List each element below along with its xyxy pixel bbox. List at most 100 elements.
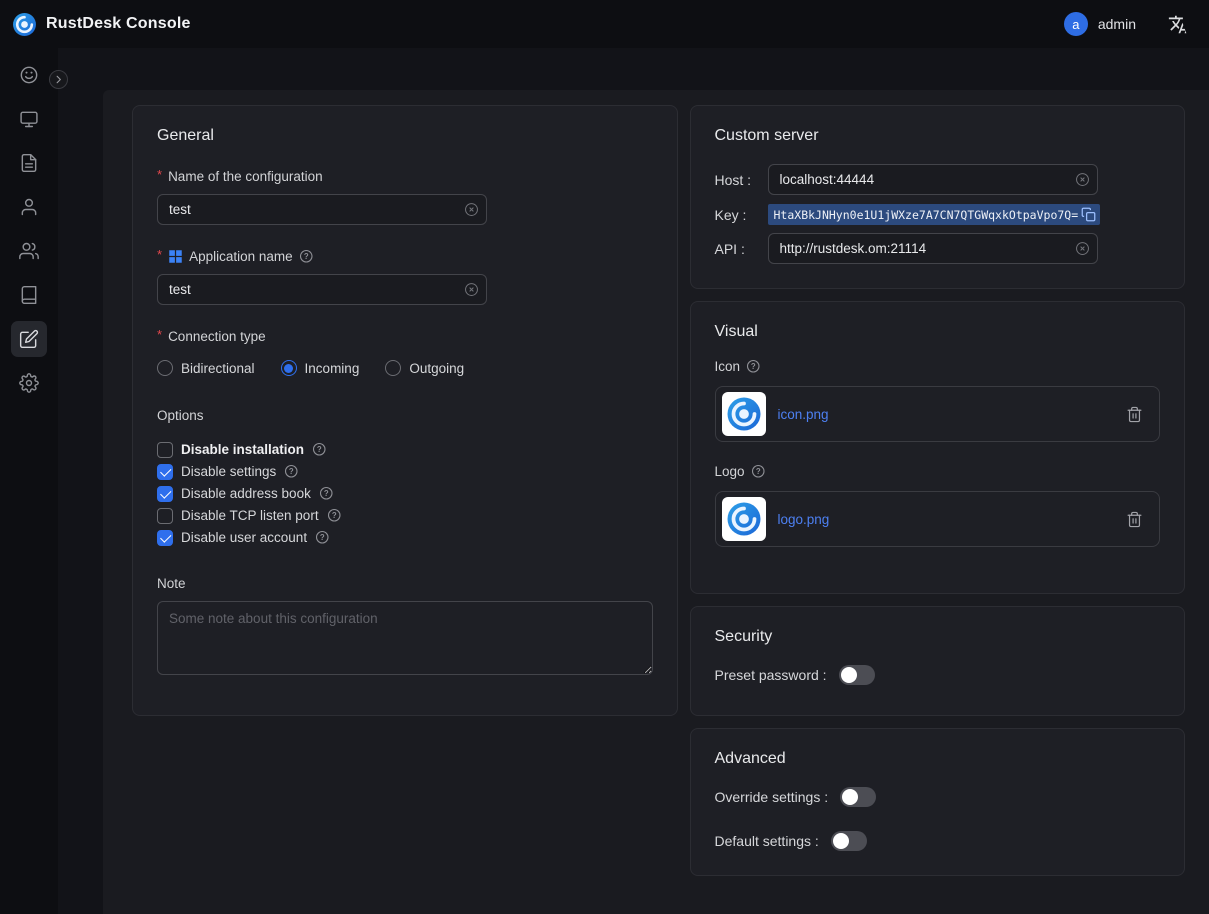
help-icon[interactable]: ? <box>746 359 761 374</box>
options-list: Disable installation ? Disable settings … <box>157 441 653 546</box>
checkbox-label: Disable address book <box>181 486 311 501</box>
connection-type-group: Bidirectional Incoming Outgoing <box>157 360 653 376</box>
logo-thumbnail <box>722 497 766 541</box>
option-disable-address-book: Disable address book ? <box>157 485 653 502</box>
help-icon[interactable]: ? <box>751 464 766 479</box>
gear-icon <box>19 373 39 393</box>
option-disable-tcp-listen-port: Disable TCP listen port ? <box>157 507 653 524</box>
sidebar-item-devices[interactable] <box>11 101 47 137</box>
general-card: General * Name of the configuration * <box>132 105 678 716</box>
advanced-title: Advanced <box>715 750 1161 768</box>
radio-bidirectional[interactable]: Bidirectional <box>157 360 255 376</box>
sidebar-item-smiley[interactable] <box>11 57 47 93</box>
copy-icon[interactable] <box>1081 207 1096 222</box>
clear-input-icon[interactable] <box>464 282 479 297</box>
override-settings-label: Override settings : <box>715 789 829 805</box>
default-settings-toggle[interactable] <box>831 831 867 851</box>
logo-file-box: logo.png <box>715 491 1161 547</box>
help-icon[interactable]: ? <box>284 464 299 479</box>
sidebar-item-user[interactable] <box>11 189 47 225</box>
override-settings-toggle[interactable] <box>840 787 876 807</box>
checkbox[interactable] <box>157 442 173 458</box>
sidebar-expand-button[interactable] <box>49 70 68 89</box>
required-asterisk: * <box>157 327 162 342</box>
radio-icon <box>281 360 297 376</box>
option-disable-user-account: Disable user account ? <box>157 529 653 546</box>
checkbox-label: Disable installation <box>181 442 304 457</box>
key-label: Key : <box>715 207 768 223</box>
radio-incoming[interactable]: Incoming <box>281 360 360 376</box>
rustdesk-logo-icon <box>12 12 37 37</box>
sidebar-item-logs[interactable] <box>11 277 47 313</box>
clear-input-icon[interactable] <box>1075 172 1090 187</box>
logbook-icon <box>19 285 39 305</box>
translate-icon[interactable] <box>1168 14 1189 35</box>
delete-file-icon[interactable] <box>1126 511 1143 528</box>
note-textarea[interactable] <box>157 601 653 675</box>
icon-file-link[interactable]: icon.png <box>778 407 1115 422</box>
name-input[interactable] <box>157 194 487 225</box>
document-icon <box>19 153 39 173</box>
app-name-field-label: * Application name ? <box>157 249 653 264</box>
name-field-label: * Name of the configuration <box>157 169 653 184</box>
help-icon[interactable]: ? <box>315 530 330 545</box>
help-icon[interactable]: ? <box>312 442 327 457</box>
icon-label: Icon ? <box>715 359 1161 374</box>
host-input[interactable] <box>768 164 1098 195</box>
note-label: Note <box>157 576 653 591</box>
chevron-right-icon <box>53 74 64 85</box>
security-title: Security <box>715 628 1161 646</box>
app-name-input[interactable] <box>157 274 487 305</box>
sidebar-item-documents[interactable] <box>11 145 47 181</box>
clear-input-icon[interactable] <box>464 202 479 217</box>
help-icon[interactable]: ? <box>327 508 342 523</box>
user-avatar[interactable]: a <box>1064 12 1088 36</box>
checkbox[interactable] <box>157 530 173 546</box>
monitor-icon <box>19 109 39 129</box>
svg-text:?: ? <box>755 467 760 476</box>
host-label: Host : <box>715 172 768 188</box>
api-input[interactable] <box>768 233 1098 264</box>
logo-file-link[interactable]: logo.png <box>778 512 1115 527</box>
help-icon[interactable]: ? <box>319 486 334 501</box>
delete-file-icon[interactable] <box>1126 406 1143 423</box>
sidebar-item-groups[interactable] <box>11 233 47 269</box>
edit-icon <box>19 329 39 349</box>
api-label: API : <box>715 241 768 257</box>
users-icon <box>19 241 39 261</box>
name-field <box>157 194 487 225</box>
username[interactable]: admin <box>1098 16 1136 32</box>
logo-label: Logo ? <box>715 464 1161 479</box>
radio-outgoing[interactable]: Outgoing <box>385 360 464 376</box>
checkbox[interactable] <box>157 508 173 524</box>
radio-label: Outgoing <box>409 361 464 376</box>
option-disable-settings: Disable settings ? <box>157 463 653 480</box>
api-field <box>768 233 1098 264</box>
svg-text:?: ? <box>331 511 336 520</box>
user-icon <box>19 197 39 217</box>
general-title: General <box>157 127 653 145</box>
smiley-icon <box>19 65 39 85</box>
sidebar-item-custom-client[interactable] <box>11 321 47 357</box>
icon-thumbnail <box>722 392 766 436</box>
content-panel: General * Name of the configuration * <box>103 90 1209 914</box>
main-background: General * Name of the configuration * <box>58 48 1209 914</box>
app-name-field <box>157 274 487 305</box>
checkbox-label: Disable settings <box>181 464 276 479</box>
custom-server-title: Custom server <box>715 127 1161 145</box>
checkbox[interactable] <box>157 464 173 480</box>
sidebar-item-settings[interactable] <box>11 365 47 401</box>
svg-text:?: ? <box>317 445 322 454</box>
clear-input-icon[interactable] <box>1075 241 1090 256</box>
checkbox[interactable] <box>157 486 173 502</box>
radio-label: Bidirectional <box>181 361 255 376</box>
brand: RustDesk Console <box>12 12 191 37</box>
svg-text:?: ? <box>751 362 756 371</box>
host-field <box>768 164 1098 195</box>
advanced-card: Advanced Override settings : Default set… <box>690 728 1186 876</box>
key-value[interactable]: HtaXBkJNHyn0e1U1jWXze7A7CN7QTGWqxkOtpaVp… <box>774 208 1079 222</box>
options-label: Options <box>157 408 653 423</box>
help-icon[interactable]: ? <box>299 249 314 264</box>
preset-password-toggle[interactable] <box>839 665 875 685</box>
connection-type-label: * Connection type <box>157 329 653 344</box>
